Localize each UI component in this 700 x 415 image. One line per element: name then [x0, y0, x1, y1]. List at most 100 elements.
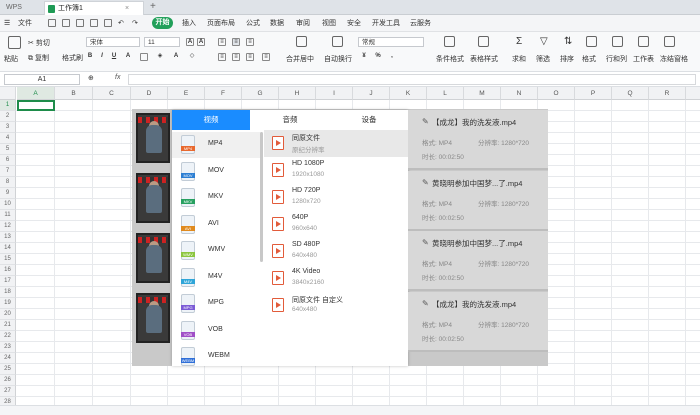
paste-icon[interactable] — [8, 36, 21, 49]
column-header-d[interactable]: D — [131, 87, 168, 100]
row-header-16[interactable]: 16 — [0, 265, 16, 276]
row-header-23[interactable]: 23 — [0, 342, 16, 353]
app-tab-wps[interactable]: WPS — [2, 2, 42, 14]
row-header-4[interactable]: 4 — [0, 133, 16, 144]
menu-security[interactable]: 安全 — [347, 18, 361, 29]
column-header-b[interactable]: B — [55, 87, 93, 100]
row-column-button[interactable]: 行和列 — [606, 54, 627, 64]
bold-icon[interactable]: B — [86, 53, 94, 61]
menu-cloud[interactable]: 云服务 — [410, 18, 431, 29]
resolution-item[interactable]: 同原文件 自定义 640x480 — [264, 292, 408, 319]
save-icon[interactable] — [76, 19, 84, 27]
format-painter-button[interactable]: 格式刷 — [62, 53, 83, 63]
menu-review[interactable]: 审阅 — [296, 18, 310, 29]
column-header-i[interactable]: I — [316, 87, 353, 100]
filter-icon[interactable]: ▽ — [540, 36, 548, 47]
wrap-text-icon[interactable] — [332, 36, 343, 47]
new-icon[interactable] — [48, 19, 56, 27]
row-header-13[interactable]: 13 — [0, 232, 16, 243]
resolution-item[interactable]: HD 720P 1280x720 — [264, 184, 408, 211]
row-header-18[interactable]: 18 — [0, 287, 16, 298]
row-header-1[interactable]: 1 — [0, 100, 16, 111]
column-header-f[interactable]: F — [205, 87, 242, 100]
conditional-format-button[interactable]: 条件格式 — [436, 54, 464, 64]
format-item-m4v[interactable]: M4V M4V — [172, 265, 260, 291]
select-all-corner[interactable] — [0, 87, 16, 100]
zoom-icon[interactable]: ⊕ — [88, 74, 94, 82]
video-thumbnail[interactable] — [136, 233, 170, 283]
sort-icon[interactable]: ⇅ — [564, 36, 572, 47]
new-tab-button[interactable]: + — [150, 0, 156, 14]
row-header-26[interactable]: 26 — [0, 375, 16, 386]
row-header-5[interactable]: 5 — [0, 144, 16, 155]
justify-icon[interactable]: ≡ — [262, 53, 270, 61]
resolution-item[interactable]: 640P 960x640 — [264, 211, 408, 238]
column-header-l[interactable]: L — [427, 87, 464, 100]
conditional-format-icon[interactable] — [444, 36, 455, 47]
worksheet-button[interactable]: 工作表 — [633, 54, 654, 64]
format-item-wmv[interactable]: WMV WMV — [172, 238, 260, 264]
format-item-avi[interactable]: AVI AVI — [172, 212, 260, 238]
active-cell[interactable] — [17, 100, 55, 111]
open-icon[interactable] — [62, 19, 70, 27]
column-header-j[interactable]: J — [353, 87, 390, 100]
shrink-font-icon[interactable]: A — [197, 38, 205, 46]
row-header-27[interactable]: 27 — [0, 386, 16, 397]
sum-icon[interactable]: Σ — [516, 36, 522, 47]
format-item-webm[interactable]: WEBM WEBM — [172, 344, 260, 370]
queue-item[interactable]: ✎ 黄晓明参加中国梦...了.mp4 格式: MP4 分辨率: 1280*720 时长:… — [408, 231, 548, 291]
align-right-icon[interactable]: ≡ — [246, 53, 254, 61]
format-list-scrollbar[interactable] — [260, 132, 263, 262]
align-middle-icon[interactable]: ≡ — [232, 38, 240, 46]
align-center-icon[interactable]: ≡ — [232, 53, 240, 61]
column-header-n[interactable]: N — [501, 87, 538, 100]
format-item-mov[interactable]: MOV MOV — [172, 159, 260, 185]
align-top-icon[interactable]: ≡ — [218, 38, 226, 46]
currency-icon[interactable]: ¥ — [360, 53, 368, 61]
queue-item[interactable]: ✎ 【成龙】我的洗发液.mp4 格式: MP4 分辨率: 1280*720 时长: 00… — [408, 110, 548, 170]
fx-icon[interactable]: fx — [115, 74, 120, 81]
row-header-2[interactable]: 2 — [0, 111, 16, 122]
copy-button[interactable]: ⧉ 复制 — [28, 53, 49, 63]
row-header-3[interactable]: 3 — [0, 122, 16, 133]
format-item-mkv[interactable]: MKV MKV — [172, 185, 260, 211]
sort-button[interactable]: 排序 — [560, 54, 574, 64]
format-icon[interactable] — [586, 36, 597, 47]
column-header-r[interactable]: R — [649, 87, 686, 100]
row-header-10[interactable]: 10 — [0, 199, 16, 210]
column-header-k[interactable]: K — [390, 87, 427, 100]
italic-icon[interactable]: I — [98, 53, 106, 61]
menu-developer[interactable]: 开发工具 — [372, 18, 400, 29]
video-thumbnail[interactable] — [136, 113, 170, 163]
format-item-mpg[interactable]: MPG MPG — [172, 291, 260, 317]
redo-icon[interactable]: ↷ — [132, 18, 138, 29]
row-header-9[interactable]: 9 — [0, 188, 16, 199]
video-thumbnail[interactable] — [136, 173, 170, 223]
format-button[interactable]: 格式 — [582, 54, 596, 64]
column-header-q[interactable]: Q — [612, 87, 649, 100]
cut-button[interactable]: ✂ 剪切 — [28, 38, 50, 48]
thousands-icon[interactable]: , — [388, 53, 396, 61]
preview-icon[interactable] — [104, 19, 112, 27]
row-header-19[interactable]: 19 — [0, 298, 16, 309]
name-box[interactable]: A1 — [4, 74, 80, 85]
font-size-select[interactable]: 11 — [144, 37, 180, 47]
row-header-11[interactable]: 11 — [0, 210, 16, 221]
close-tab-icon[interactable]: × — [125, 2, 129, 15]
column-header-e[interactable]: E — [168, 87, 205, 100]
underline-icon[interactable]: U — [110, 53, 118, 61]
resolution-item[interactable]: SD 480P 640x480 — [264, 238, 408, 265]
menu-data[interactable]: 数据 — [270, 18, 284, 29]
undo-icon[interactable]: ↶ — [118, 18, 124, 29]
menu-view[interactable]: 视图 — [322, 18, 336, 29]
clear-icon[interactable]: ◇ — [188, 53, 196, 61]
menu-formula[interactable]: 公式 — [246, 18, 260, 29]
number-format-select[interactable]: 常规 — [358, 37, 424, 47]
menu-start[interactable]: 开始 — [152, 17, 173, 29]
font-color-a-icon[interactable]: A — [172, 53, 180, 61]
row-header-15[interactable]: 15 — [0, 254, 16, 265]
edit-icon[interactable]: ✎ — [422, 299, 430, 308]
column-header-m[interactable]: M — [464, 87, 501, 100]
fill-color-icon[interactable]: ◈ — [156, 53, 164, 61]
column-header-h[interactable]: H — [279, 87, 316, 100]
